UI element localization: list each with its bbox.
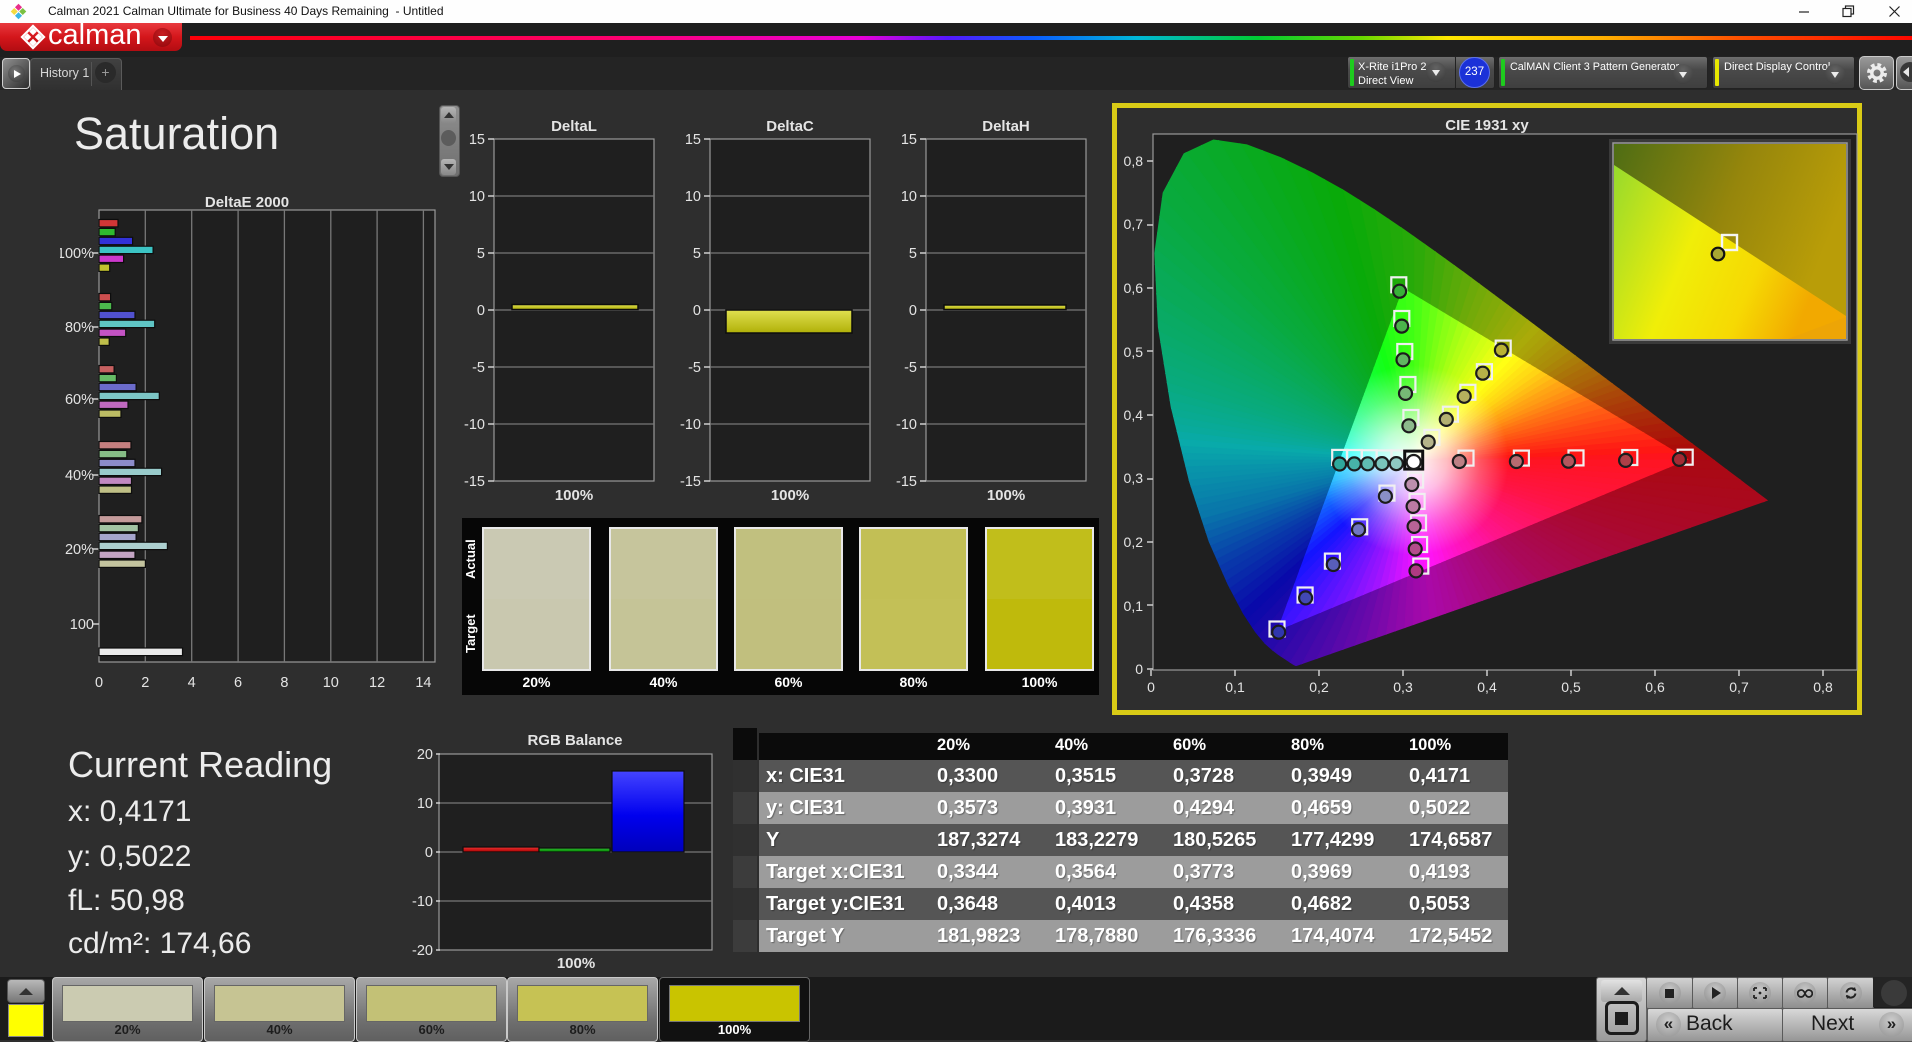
- svg-text:0,3: 0,3: [1124, 470, 1144, 486]
- svg-text:20: 20: [417, 747, 433, 763]
- svg-text:60%: 60%: [65, 392, 94, 408]
- svg-text:10: 10: [469, 189, 485, 205]
- svg-text:15: 15: [469, 132, 485, 148]
- svg-text:0,1: 0,1: [1225, 679, 1245, 695]
- svg-text:8: 8: [280, 675, 288, 691]
- svg-text:10: 10: [417, 796, 433, 812]
- svg-text:-10: -10: [680, 417, 701, 433]
- svg-text:0,6: 0,6: [1645, 679, 1665, 695]
- svg-text:14: 14: [415, 675, 431, 691]
- svg-text:0,7: 0,7: [1729, 679, 1749, 695]
- svg-text:0,2: 0,2: [1309, 679, 1329, 695]
- svg-text:0: 0: [95, 675, 103, 691]
- svg-text:0,2: 0,2: [1124, 534, 1144, 550]
- svg-text:-15: -15: [896, 474, 917, 490]
- svg-text:0,1: 0,1: [1124, 598, 1144, 614]
- svg-text:100: 100: [70, 617, 94, 633]
- svg-text:5: 5: [909, 246, 917, 262]
- svg-text:100%: 100%: [60, 246, 94, 262]
- svg-text:-5: -5: [688, 360, 701, 376]
- svg-text:DeltaE 2000: DeltaE 2000: [205, 194, 289, 211]
- svg-text:DeltaL: DeltaL: [551, 118, 597, 135]
- svg-text:DeltaH: DeltaH: [982, 118, 1030, 135]
- svg-text:100%: 100%: [987, 487, 1025, 504]
- svg-text:6: 6: [234, 675, 242, 691]
- svg-text:-5: -5: [472, 360, 485, 376]
- svg-text:0: 0: [909, 303, 917, 319]
- svg-text:15: 15: [685, 132, 701, 148]
- svg-text:80%: 80%: [65, 320, 94, 336]
- svg-text:0,4: 0,4: [1477, 679, 1497, 695]
- svg-text:CIE 1931 xy: CIE 1931 xy: [1445, 117, 1529, 134]
- svg-text:-15: -15: [680, 474, 701, 490]
- svg-text:0: 0: [1135, 661, 1143, 677]
- svg-text:10: 10: [323, 675, 339, 691]
- svg-text:0,3: 0,3: [1393, 679, 1413, 695]
- svg-text:0,5: 0,5: [1561, 679, 1581, 695]
- svg-text:0,8: 0,8: [1124, 153, 1144, 169]
- svg-text:40%: 40%: [65, 468, 94, 484]
- svg-text:-15: -15: [464, 474, 485, 490]
- svg-text:DeltaC: DeltaC: [766, 118, 814, 135]
- svg-text:0,7: 0,7: [1124, 216, 1144, 232]
- svg-text:0,6: 0,6: [1124, 280, 1144, 296]
- svg-text:4: 4: [188, 675, 196, 691]
- svg-text:10: 10: [685, 189, 701, 205]
- svg-text:0: 0: [693, 303, 701, 319]
- svg-text:5: 5: [477, 246, 485, 262]
- svg-text:2: 2: [141, 675, 149, 691]
- svg-text:12: 12: [369, 675, 385, 691]
- svg-text:10: 10: [901, 189, 917, 205]
- svg-text:15: 15: [901, 132, 917, 148]
- svg-text:-10: -10: [896, 417, 917, 433]
- svg-text:-5: -5: [904, 360, 917, 376]
- svg-text:0: 0: [1147, 679, 1155, 695]
- svg-text:100%: 100%: [771, 487, 809, 504]
- svg-text:RGB Balance: RGB Balance: [527, 732, 622, 749]
- svg-text:100%: 100%: [557, 955, 595, 972]
- svg-text:100%: 100%: [555, 487, 593, 504]
- svg-text:0: 0: [477, 303, 485, 319]
- svg-text:-10: -10: [412, 894, 433, 910]
- svg-text:20%: 20%: [65, 542, 94, 558]
- svg-text:0: 0: [425, 845, 433, 861]
- svg-text:0,8: 0,8: [1813, 679, 1833, 695]
- svg-text:0,5: 0,5: [1124, 344, 1144, 360]
- svg-text:-20: -20: [412, 943, 433, 959]
- svg-text:-10: -10: [464, 417, 485, 433]
- svg-text:5: 5: [693, 246, 701, 262]
- svg-text:0,4: 0,4: [1124, 407, 1144, 423]
